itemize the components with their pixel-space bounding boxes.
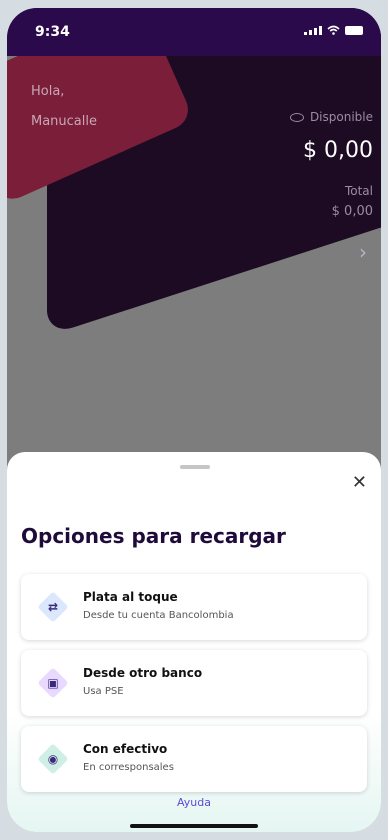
wallet-icon: ▣ (37, 667, 69, 699)
chevron-right-icon[interactable]: › (359, 240, 367, 264)
home-indicator[interactable] (130, 824, 258, 828)
eye-hidden-icon[interactable] (289, 112, 304, 122)
user-name: Manucalle (31, 114, 97, 129)
option-title: Desde otro banco (83, 666, 203, 680)
option-plata-al-toque[interactable]: ⇄ Plata al toque Desde tu cuenta Bancolo… (21, 574, 367, 640)
close-icon[interactable]: ✕ (352, 472, 367, 493)
option-con-efectivo[interactable]: ◉ Con efectivo En corresponsales (21, 726, 367, 792)
sheet-title: Opciones para recargar (21, 524, 286, 548)
signal-icon (304, 26, 322, 35)
available-balance: $ 0,00 (303, 138, 373, 163)
total-label: Total (344, 184, 373, 198)
recharge-options-sheet: ✕ Opciones para recargar ⇄ Plata al toqu… (7, 452, 381, 832)
battery-icon (345, 26, 363, 35)
help-link[interactable]: Ayuda (7, 796, 381, 809)
option-subtitle: Desde tu cuenta Bancolombia (83, 610, 234, 621)
transfer-arrows-icon: ⇄ (37, 591, 69, 623)
sheet-drag-handle[interactable] (180, 465, 210, 469)
option-subtitle: En corresponsales (83, 762, 174, 773)
status-icons (304, 25, 363, 35)
option-title: Plata al toque (83, 590, 178, 604)
status-bar: 9:34 (7, 8, 381, 56)
option-subtitle: Usa PSE (83, 686, 124, 697)
wifi-icon (327, 25, 340, 35)
cash-icon: ◉ (37, 743, 69, 775)
total-balance: $ 0,00 (331, 204, 373, 219)
phone-screen: 9:34 Hola, Manucalle Disponible $ 0,00 T… (7, 8, 381, 832)
option-title: Con efectivo (83, 742, 168, 756)
available-label: Disponible (309, 110, 373, 124)
status-time: 9:34 (35, 24, 70, 40)
available-row[interactable]: Disponible (289, 110, 373, 124)
greeting-text: Hola, (31, 84, 65, 99)
option-otro-banco[interactable]: ▣ Desde otro banco Usa PSE (21, 650, 367, 716)
